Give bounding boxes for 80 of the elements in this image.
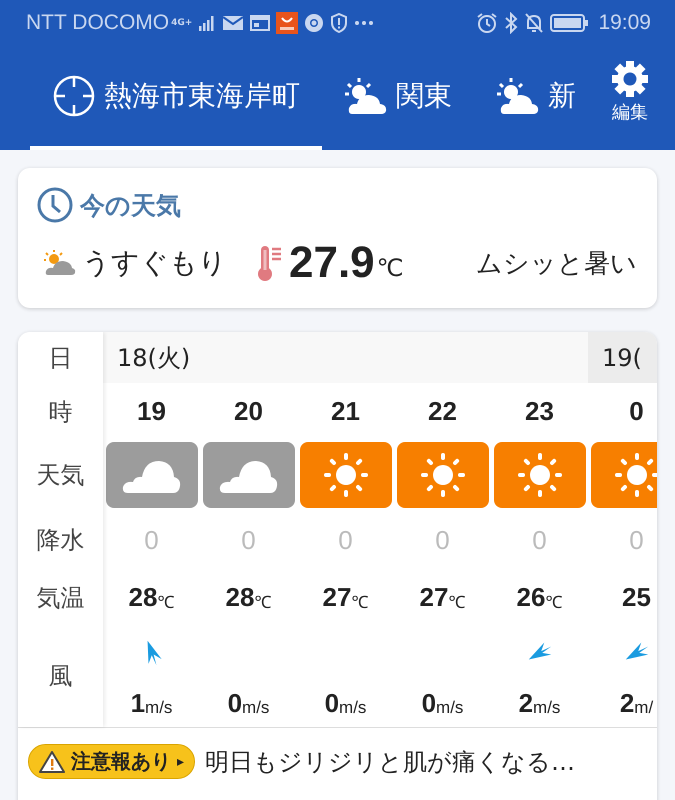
precipitation-cell-text: 0 xyxy=(532,524,547,556)
wind-speed-cell: 1 xyxy=(130,688,146,719)
sun-icon xyxy=(516,451,564,499)
precipitation-cell-text: 0 xyxy=(144,524,159,556)
temperature-cell: 27 xyxy=(420,582,448,613)
unit-label: m/ xyxy=(634,698,654,718)
settings-button[interactable]: 編集 xyxy=(585,46,675,150)
sun-cloud-icon xyxy=(44,249,76,277)
hour-cell-text: 21 xyxy=(331,395,360,428)
date-cell: 19( xyxy=(588,332,657,383)
wind-speed-cell: 2 xyxy=(620,688,634,719)
row-label: 天気 xyxy=(36,460,86,491)
temperature-cell: 25 xyxy=(622,582,651,613)
browser-icon xyxy=(304,13,324,33)
battery-icon xyxy=(550,13,588,33)
warning-icon xyxy=(39,750,65,774)
thermometer-icon xyxy=(257,244,283,282)
location-tab[interactable]: 熱海市東海岸町 xyxy=(30,46,322,150)
section-title: 今の天気 xyxy=(80,190,181,222)
precipitation-cell-text: 0 xyxy=(338,524,353,556)
sun-icon xyxy=(612,451,657,499)
feeling-text: ムシッと暑い xyxy=(476,248,637,280)
hour-cell-text: 0 xyxy=(629,395,644,428)
row-label: 気温 xyxy=(36,582,86,614)
calendar-icon xyxy=(250,14,270,32)
network-type: 4G+ xyxy=(171,18,192,28)
bluetooth-icon xyxy=(504,12,518,34)
date-cell: 18(火) xyxy=(103,332,588,383)
hour-cell-text: 20 xyxy=(234,395,263,428)
signal-icon xyxy=(198,14,216,32)
temperature-cell: 27 xyxy=(322,582,352,613)
row-label: 降水 xyxy=(36,525,86,556)
unit-label: m/s xyxy=(242,698,270,718)
location-tab[interactable]: 関東 xyxy=(322,46,474,150)
more-icon xyxy=(354,20,374,26)
unit-label: m/s xyxy=(436,698,464,718)
unit-label: ℃ xyxy=(448,592,466,613)
hour-cell-text: 23 xyxy=(525,395,554,428)
hour-cell-text: 22 xyxy=(428,395,457,428)
clock-icon xyxy=(36,186,74,224)
shield-icon xyxy=(330,13,348,33)
temperature-unit: ℃ xyxy=(376,254,404,282)
temperature-value: 27.9 xyxy=(289,238,375,288)
precipitation-cell-text: 0 xyxy=(629,524,644,556)
unit-label: m/s xyxy=(339,698,366,718)
unit-label: m/s xyxy=(533,698,560,718)
row-label: 時 xyxy=(48,396,74,428)
unit-label: m/s xyxy=(145,698,172,718)
carrier-name: NTT DOCOMO xyxy=(26,11,170,35)
sun-icon xyxy=(322,451,370,499)
location-tab[interactable]: 新 xyxy=(474,46,585,150)
temperature-cell: 26 xyxy=(516,582,546,613)
temperature-cell: 28 xyxy=(226,582,254,613)
row-label: 日 xyxy=(48,342,74,374)
wind-speed-cell: 0 xyxy=(324,688,340,719)
muted-bell-icon xyxy=(524,12,544,34)
crosshair-icon xyxy=(52,74,96,118)
row-label: 風 xyxy=(48,661,74,692)
condition-text: うすぐもり xyxy=(82,245,227,281)
precipitation-cell-text: 0 xyxy=(241,524,256,556)
unit-label: ℃ xyxy=(254,592,272,613)
warning-badge[interactable]: 注意報あり ▸ xyxy=(28,744,196,779)
wind-speed-cell: 0 xyxy=(422,688,436,719)
sun-icon xyxy=(418,451,466,499)
settings-icon xyxy=(611,60,649,98)
app-icon xyxy=(276,12,298,34)
unit-label: ℃ xyxy=(157,592,174,613)
temperature-cell: 28 xyxy=(128,582,158,613)
sun-cloud-icon xyxy=(496,76,540,116)
alert-message: 明日もジリジリと肌が痛くなる… xyxy=(205,746,576,778)
wind-speed-cell: 2 xyxy=(518,688,534,719)
alarm-icon xyxy=(476,12,498,34)
clock-time: 19:09 xyxy=(598,11,651,35)
unit-label: ℃ xyxy=(545,592,562,613)
sun-cloud-icon xyxy=(344,76,388,116)
precipitation-cell-text: 0 xyxy=(435,524,450,556)
hour-cell-text: 19 xyxy=(137,395,166,428)
mail-icon xyxy=(222,14,244,32)
wind-speed-cell: 0 xyxy=(228,688,242,719)
unit-label: ℃ xyxy=(351,592,368,613)
